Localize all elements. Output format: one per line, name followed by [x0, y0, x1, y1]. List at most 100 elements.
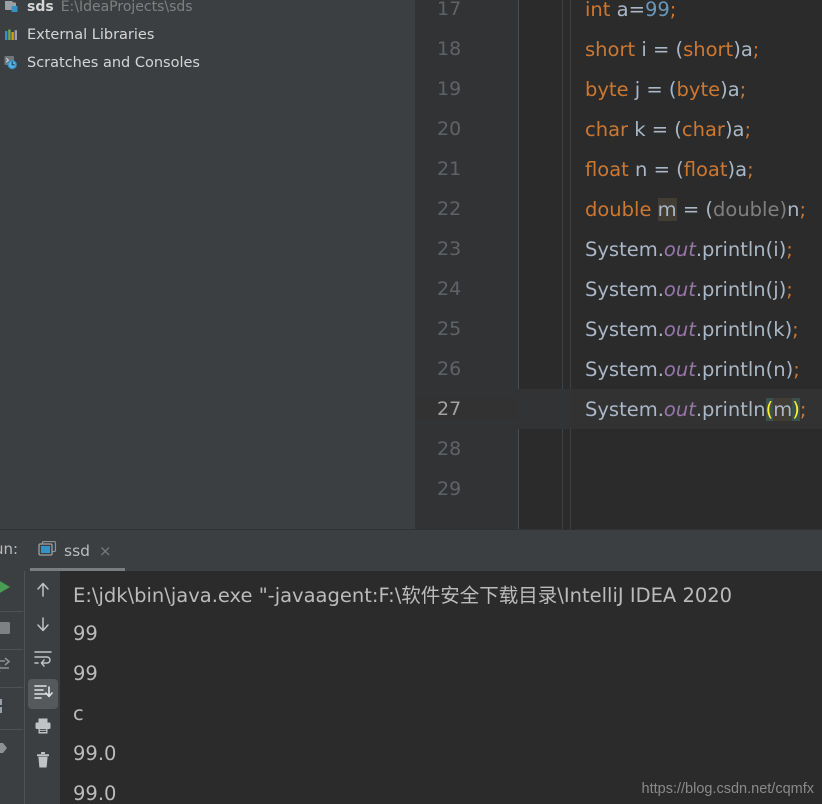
code-token: .println — [695, 397, 766, 421]
code-token: = ( — [676, 197, 714, 221]
layout-settings-button[interactable] — [0, 695, 14, 721]
project-tool-window[interactable]: sds E:\IdeaProjects\sds External Librari… — [0, 0, 415, 529]
code-line[interactable]: 29 — [415, 469, 822, 509]
run-tab-ssd[interactable]: ssd × — [30, 535, 120, 567]
toolbar-divider — [0, 649, 23, 650]
code-line[interactable]: 24 System. out .println(j); — [415, 269, 822, 309]
run-tool-window-body: E:\jdk\bin\java.exe "-javaagent:F:\软件安全下… — [0, 571, 822, 804]
code-token: ; — [786, 277, 793, 301]
code-token: ; — [793, 357, 800, 381]
code-text[interactable]: byte j = (byte) a; — [571, 69, 822, 109]
code-line[interactable]: 26 System. out .println(n); — [415, 349, 822, 389]
code-line[interactable]: 19 byte j = (byte) a; — [415, 69, 822, 109]
gutter-annotation-area[interactable] — [518, 469, 571, 509]
code-token: ) — [724, 117, 733, 141]
line-number: 25 — [437, 318, 462, 340]
code-token: n — [773, 357, 786, 381]
gutter-annotation-area[interactable] — [518, 69, 571, 109]
tree-item-scratches-and-consoles[interactable]: Scratches and Consoles — [0, 50, 415, 76]
run-tool-window-header: un: ssd × — [0, 529, 822, 571]
code-line[interactable]: 27 System. out .println(m); — [415, 389, 822, 429]
code-token: = — [628, 0, 645, 21]
gutter-annotation-area[interactable] — [518, 0, 571, 29]
code-token: ; — [747, 157, 754, 181]
tree-item-external-libraries[interactable]: External Libraries — [0, 22, 415, 48]
code-line[interactable]: 20 char k = (char) a; — [415, 109, 822, 149]
code-line[interactable]: 17 int a = 99; — [415, 0, 822, 29]
code-text[interactable]: short i = (short) a; — [571, 29, 822, 69]
run-button[interactable] — [0, 576, 16, 602]
code-text[interactable]: System. out .println(k); — [571, 309, 822, 349]
code-line[interactable]: 18 short i = (short) a; — [415, 29, 822, 69]
code-token: out — [663, 397, 696, 421]
code-line[interactable]: 23 System. out .println(i); — [415, 229, 822, 269]
code-text[interactable]: System. out .println(j); — [571, 269, 822, 309]
code-text[interactable]: double m = (double) n; — [571, 189, 822, 229]
line-number: 17 — [437, 0, 462, 20]
code-token: ; — [792, 317, 799, 341]
code-token: = ( — [646, 37, 684, 61]
code-line[interactable]: 21 float n = (float) a; — [415, 149, 822, 189]
code-text[interactable]: System. out .println(m); — [571, 389, 822, 429]
console-output[interactable]: E:\jdk\bin\java.exe "-javaagent:F:\软件安全下… — [60, 571, 822, 804]
code-token: 99 — [644, 0, 670, 21]
close-icon[interactable]: × — [99, 543, 112, 559]
print-button[interactable] — [28, 713, 58, 743]
gutter-annotation-area[interactable] — [518, 189, 571, 229]
code-line[interactable]: 22 double m = (double) n; — [415, 189, 822, 229]
code-token: int — [585, 0, 611, 21]
code-token: n — [787, 197, 800, 221]
gutter-annotation-area[interactable] — [518, 389, 571, 429]
tree-item-module-sds[interactable]: sds E:\IdeaProjects\sds — [0, 0, 415, 20]
code-token: ; — [739, 77, 747, 101]
code-token: byte — [676, 77, 721, 101]
console-toolbar[interactable] — [24, 571, 60, 804]
code-token: short — [683, 37, 734, 61]
code-editor[interactable]: 17 int a = 99; 18 short i = (short) a; 19 byte j… — [415, 0, 822, 529]
code-token: float — [683, 157, 728, 181]
tree-item-path: E:\IdeaProjects\sds — [60, 0, 193, 15]
pin-tab-button[interactable] — [0, 737, 13, 763]
clear-all-button[interactable] — [28, 747, 58, 777]
gutter-annotation-area[interactable] — [518, 269, 571, 309]
gutter-annotation-area[interactable] — [518, 229, 571, 269]
line-number: 26 — [437, 358, 462, 380]
rerun-button[interactable] — [0, 655, 14, 681]
stop-button[interactable] — [0, 617, 15, 643]
gutter-annotation-area[interactable] — [518, 29, 571, 69]
run-controls-toolbar[interactable] — [0, 571, 23, 804]
code-text[interactable]: System. out .println(i); — [571, 229, 822, 269]
code-text[interactable] — [571, 469, 822, 509]
scroll-up-button[interactable] — [28, 577, 58, 607]
code-token: ) — [779, 197, 788, 221]
code-text[interactable]: float n = (float) a; — [571, 149, 822, 189]
code-text[interactable]: System. out .println(n); — [571, 349, 822, 389]
line-number: 22 — [437, 198, 462, 220]
gutter-annotation-area[interactable] — [518, 309, 571, 349]
code-line[interactable]: 28 — [415, 429, 822, 469]
code-line[interactable]: 25 System. out .println(k); — [415, 309, 822, 349]
external-libraries-icon — [4, 27, 22, 44]
code-token: ; — [786, 237, 793, 261]
code-token: char — [585, 117, 629, 141]
code-text[interactable]: char k = (char) a; — [571, 109, 822, 149]
code-text[interactable]: int a = 99; — [571, 0, 822, 29]
soft-wrap-button[interactable] — [28, 645, 58, 675]
line-number: 24 — [437, 278, 462, 300]
code-text[interactable] — [571, 429, 822, 469]
scroll-to-end-button[interactable] — [27, 679, 58, 709]
code-token: a — [727, 77, 740, 101]
code-token: ( — [765, 397, 774, 421]
gutter-annotation-area[interactable] — [518, 109, 571, 149]
gutter-annotation-area[interactable] — [518, 349, 571, 389]
line-number: 18 — [437, 38, 462, 60]
line-number: 28 — [437, 438, 462, 460]
code-token: ) — [792, 397, 800, 421]
gutter-annotation-area[interactable] — [518, 429, 571, 469]
scroll-down-button[interactable] — [28, 611, 58, 641]
code-token: = ( — [647, 157, 684, 181]
code-token: k — [634, 117, 646, 141]
code-token: n — [635, 157, 648, 181]
gutter-annotation-area[interactable] — [518, 149, 571, 189]
code-token: m — [773, 397, 793, 421]
